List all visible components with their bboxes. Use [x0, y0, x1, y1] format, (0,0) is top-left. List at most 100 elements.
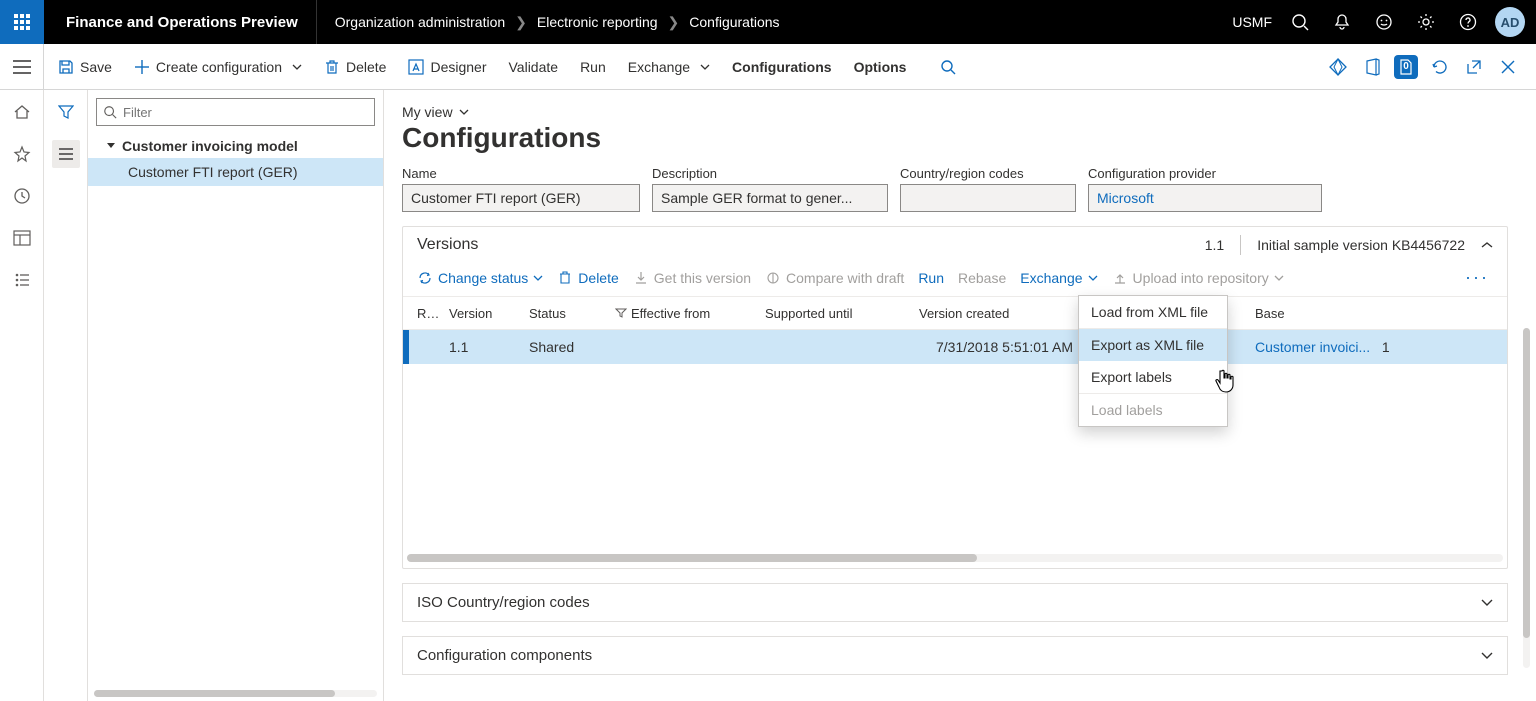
popout-button[interactable]: [1462, 55, 1486, 79]
dd-export-labels[interactable]: Export labels: [1079, 361, 1227, 393]
scrollbar-thumb[interactable]: [1523, 328, 1530, 638]
search-action[interactable]: [932, 53, 964, 81]
col-effective[interactable]: Effective from: [607, 306, 757, 321]
bell-icon: [1333, 13, 1351, 31]
configurations-tab[interactable]: Configurations: [724, 53, 840, 81]
version-run-button[interactable]: Run: [918, 270, 944, 286]
nav-toggle[interactable]: [0, 44, 44, 89]
col-version[interactable]: Version: [441, 306, 521, 321]
popout-icon: [1466, 59, 1482, 75]
view-selector[interactable]: My view: [402, 104, 1508, 120]
delete-button[interactable]: Delete: [316, 53, 394, 81]
user-avatar[interactable]: AD: [1490, 0, 1530, 44]
desc-label: Description: [652, 166, 888, 181]
breadcrumb-item[interactable]: Configurations: [689, 14, 779, 30]
tree-root-node[interactable]: Customer invoicing model: [88, 134, 383, 158]
breadcrumb-item[interactable]: Organization administration: [335, 14, 505, 30]
grid-row[interactable]: 1.1 Shared 7/31/2018 5:51:01 AM Customer…: [403, 330, 1507, 364]
scrollbar-thumb[interactable]: [407, 554, 977, 562]
search-button[interactable]: [1280, 0, 1320, 44]
versions-grid: R... Version Status Effective from Suppo…: [403, 296, 1507, 562]
refresh-icon: [1431, 58, 1449, 76]
page-title: Configurations: [402, 122, 1508, 154]
list-toggle[interactable]: [52, 140, 80, 168]
change-status-button[interactable]: Change status: [417, 270, 543, 286]
create-config-button[interactable]: Create configuration: [126, 53, 310, 81]
notifications-button[interactable]: [1322, 0, 1362, 44]
components-panel-title: Configuration components: [417, 647, 592, 664]
cell-base-link[interactable]: Customer invoici...: [1255, 339, 1370, 355]
col-created[interactable]: Version created: [911, 306, 1081, 321]
exchange-button[interactable]: Exchange: [620, 53, 718, 81]
change-status-label: Change status: [438, 270, 528, 286]
col-base[interactable]: Base: [1247, 306, 1507, 321]
options-tab[interactable]: Options: [846, 53, 915, 81]
components-panel[interactable]: Configuration components: [402, 636, 1508, 675]
tree-mini-rail: [44, 90, 88, 701]
col-r[interactable]: R...: [409, 306, 441, 321]
rebase-button: Rebase: [958, 270, 1006, 286]
tree-filter-input[interactable]: [96, 98, 375, 126]
validate-label: Validate: [509, 59, 559, 75]
version-exchange-button[interactable]: Exchange: [1020, 270, 1097, 286]
breadcrumb: Organization administration ❯ Electronic…: [317, 14, 780, 31]
name-field[interactable]: Customer FTI report (GER): [402, 184, 640, 212]
filter-icon: [58, 105, 74, 119]
provider-field[interactable]: Microsoft: [1088, 184, 1322, 212]
validate-button[interactable]: Validate: [501, 53, 567, 81]
rail-modules[interactable]: [10, 268, 34, 292]
col-supported[interactable]: Supported until: [757, 306, 911, 321]
run-label: Run: [580, 59, 606, 75]
company-code[interactable]: USMF: [1226, 14, 1278, 30]
plus-icon: [134, 59, 150, 75]
refresh-button[interactable]: [1428, 55, 1452, 79]
versions-header[interactable]: Versions 1.1 Initial sample version KB44…: [403, 227, 1507, 263]
chevron-down-icon: [700, 64, 710, 70]
save-button[interactable]: Save: [50, 53, 120, 81]
triangle-down-icon: [106, 141, 116, 151]
action-bar: Save Create configuration Delete Designe…: [44, 44, 1536, 89]
designer-button[interactable]: Designer: [400, 53, 494, 81]
feedback-button[interactable]: [1364, 0, 1404, 44]
iso-panel[interactable]: ISO Country/region codes: [402, 583, 1508, 622]
save-label: Save: [80, 59, 112, 75]
tree-child-node[interactable]: Customer FTI report (GER): [88, 158, 383, 186]
version-exchange-label: Exchange: [1020, 270, 1082, 286]
rail-favorites[interactable]: [10, 142, 34, 166]
dd-load-xml-label: Load from XML file: [1091, 304, 1208, 320]
dd-load-labels-label: Load labels: [1091, 402, 1163, 418]
codes-field[interactable]: [900, 184, 1076, 212]
tree-panel: Customer invoicing model Customer FTI re…: [44, 90, 384, 701]
help-button[interactable]: [1448, 0, 1488, 44]
rail-home[interactable]: [10, 100, 34, 124]
download-icon: [633, 270, 649, 286]
dd-load-xml[interactable]: Load from XML file: [1079, 296, 1227, 328]
tree-h-scrollbar[interactable]: [94, 690, 377, 697]
grid-h-scrollbar[interactable]: [407, 554, 1503, 562]
app-launcher[interactable]: [0, 0, 44, 44]
more-actions-button[interactable]: ···: [1461, 267, 1493, 288]
version-delete-button[interactable]: Delete: [557, 270, 618, 286]
versions-title: Versions: [417, 236, 478, 254]
row-indicator: [403, 330, 409, 364]
close-button[interactable]: [1496, 55, 1520, 79]
attachments-button[interactable]: 0: [1394, 55, 1418, 79]
iso-panel-title: ISO Country/region codes: [417, 594, 590, 611]
chevron-right-icon: ❯: [668, 14, 680, 31]
diamond-button[interactable]: [1326, 55, 1350, 79]
scrollbar-thumb[interactable]: [94, 690, 335, 697]
rail-recent[interactable]: [10, 184, 34, 208]
office-button[interactable]: [1360, 55, 1384, 79]
run-button[interactable]: Run: [572, 53, 614, 81]
rail-workspaces[interactable]: [10, 226, 34, 250]
desc-field[interactable]: Sample GER format to gener...: [652, 184, 888, 212]
settings-button[interactable]: [1406, 0, 1446, 44]
action-bar-row: Save Create configuration Delete Designe…: [0, 44, 1536, 90]
dd-export-xml[interactable]: Export as XML file: [1079, 329, 1227, 361]
breadcrumb-item[interactable]: Electronic reporting: [537, 14, 658, 30]
col-status[interactable]: Status: [521, 306, 607, 321]
smiley-icon: [1375, 13, 1393, 31]
main-v-scrollbar[interactable]: [1523, 328, 1530, 668]
filter-toggle[interactable]: [52, 98, 80, 126]
version-run-label: Run: [918, 270, 944, 286]
